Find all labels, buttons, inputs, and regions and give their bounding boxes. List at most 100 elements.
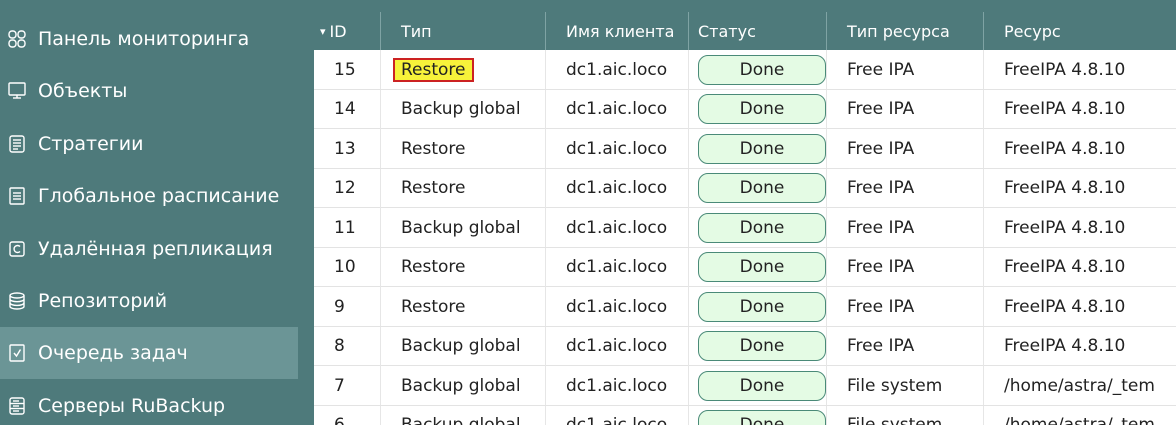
cell-resource-type: Free IPA bbox=[827, 287, 984, 326]
cell-status: Done bbox=[689, 208, 827, 247]
sidebar-item-strategies[interactable]: Стратегии bbox=[0, 118, 298, 170]
table-row[interactable]: 8 Backup global dc1.aic.loco Done Free I… bbox=[314, 326, 1176, 366]
cell-id: 12 bbox=[314, 168, 381, 208]
cell-resource: /home/astra/_tem bbox=[1004, 375, 1155, 396]
cell-client: dc1.aic.loco bbox=[546, 50, 689, 89]
sidebar-item-global-schedule[interactable]: Глобальное расписание bbox=[0, 170, 298, 222]
sidebar-item-task-queue[interactable]: Очередь задач bbox=[0, 327, 298, 379]
column-header-status[interactable]: Статус bbox=[689, 12, 827, 50]
cell-id: 14 bbox=[314, 89, 381, 129]
schedule-list-icon bbox=[6, 185, 28, 207]
table-header: ▾ ID Тип Имя клиента Статус Тип ресурса … bbox=[314, 12, 1176, 50]
sidebar-item-label: Серверы RuBackup bbox=[38, 395, 226, 417]
document-list-icon bbox=[6, 133, 28, 155]
sidebar: Панель мониторинга Объекты Стратегии Гло… bbox=[0, 0, 298, 425]
cell-type: Restore bbox=[381, 168, 546, 208]
cell-status: Done bbox=[689, 129, 827, 168]
main-content: ▾ ID Тип Имя клиента Статус Тип ресурса … bbox=[298, 0, 1176, 425]
cell-resource-type: Free IPA bbox=[827, 247, 984, 287]
checklist-icon bbox=[6, 342, 28, 364]
task-queue-table: ▾ ID Тип Имя клиента Статус Тип ресурса … bbox=[314, 12, 1176, 425]
sidebar-item-dashboard[interactable]: Панель мониторинга bbox=[0, 13, 298, 65]
sidebar-item-repository[interactable]: Репозиторий bbox=[0, 275, 298, 327]
highlighted-type: Restore bbox=[393, 57, 474, 82]
cell-client: dc1.aic.loco bbox=[546, 405, 689, 425]
cell-type: Backup global bbox=[381, 405, 546, 425]
sidebar-item-label: Панель мониторинга bbox=[38, 28, 250, 50]
sort-desc-icon: ▾ bbox=[320, 24, 326, 38]
table-row[interactable]: 7 Backup global dc1.aic.loco Done File s… bbox=[314, 366, 1176, 406]
sidebar-item-label: Удалённая репликация bbox=[38, 238, 273, 260]
cell-resource-type: Free IPA bbox=[827, 50, 984, 89]
status-badge: Done bbox=[698, 252, 826, 282]
cell-resource-type: Free IPA bbox=[827, 208, 984, 247]
column-header-resource-type[interactable]: Тип ресурса bbox=[827, 12, 984, 50]
cell-resource: FreeIPA 4.8.10 bbox=[1004, 296, 1126, 317]
status-badge: Done bbox=[698, 212, 826, 243]
table-row[interactable]: 10 Restore dc1.aic.loco Done Free IPA Fr… bbox=[314, 247, 1176, 287]
cell-client: dc1.aic.loco bbox=[546, 287, 689, 326]
cell-type: Backup global bbox=[381, 366, 546, 405]
table-row[interactable]: 15 Restore dc1.aic.loco Done Free IPA Fr… bbox=[314, 50, 1176, 90]
sidebar-item-label: Объекты bbox=[38, 80, 128, 102]
table-row[interactable]: 11 Backup global dc1.aic.loco Done Free … bbox=[314, 208, 1176, 248]
cell-status: Done bbox=[689, 89, 827, 129]
sidebar-item-remote-replication[interactable]: Удалённая репликация bbox=[0, 223, 298, 275]
sidebar-item-label: Репозиторий bbox=[38, 290, 168, 312]
status-badge: Done bbox=[698, 410, 826, 425]
column-header-client-name[interactable]: Имя клиента bbox=[546, 12, 689, 50]
status-badge: Done bbox=[698, 133, 826, 164]
column-header-id[interactable]: ▾ ID bbox=[314, 12, 381, 50]
database-icon bbox=[6, 290, 28, 312]
cell-id: 15 bbox=[314, 50, 381, 89]
cell-resource: /home/astra/_tem bbox=[1004, 415, 1155, 425]
cell-resource-type: File system bbox=[827, 405, 984, 425]
cell-client: dc1.aic.loco bbox=[546, 168, 689, 208]
cell-resource: FreeIPA 4.8.10 bbox=[1004, 178, 1126, 198]
table-row[interactable]: 12 Restore dc1.aic.loco Done Free IPA Fr… bbox=[314, 168, 1176, 208]
status-badge: Done bbox=[698, 54, 826, 85]
sidebar-item-objects[interactable]: Объекты bbox=[0, 65, 298, 117]
cell-id: 10 bbox=[314, 247, 381, 287]
sidebar-item-label: Глобальное расписание bbox=[38, 185, 280, 207]
cell-type: Restore bbox=[381, 287, 546, 326]
status-badge: Done bbox=[698, 370, 826, 401]
cell-client: dc1.aic.loco bbox=[546, 366, 689, 405]
cell-id: 11 bbox=[314, 208, 381, 247]
cell-client: dc1.aic.loco bbox=[546, 129, 689, 168]
table-row[interactable]: 9 Restore dc1.aic.loco Done Free IPA Fre… bbox=[314, 287, 1176, 327]
cell-id: 6 bbox=[314, 405, 381, 425]
column-header-type[interactable]: Тип bbox=[381, 12, 546, 50]
table-row[interactable]: 14 Backup global dc1.aic.loco Done Free … bbox=[314, 89, 1176, 129]
table-row[interactable]: 13 Restore dc1.aic.loco Done Free IPA Fr… bbox=[314, 129, 1176, 169]
cell-resource: FreeIPA 4.8.10 bbox=[1004, 59, 1126, 80]
cell-resource-type: Free IPA bbox=[827, 326, 984, 366]
sidebar-item-rubackup-servers[interactable]: Серверы RuBackup bbox=[0, 380, 298, 425]
cell-client: dc1.aic.loco bbox=[546, 208, 689, 247]
cell-resource: FreeIPA 4.8.10 bbox=[1004, 138, 1126, 159]
table-body: 15 Restore dc1.aic.loco Done Free IPA Fr… bbox=[314, 50, 1176, 425]
cell-status: Done bbox=[689, 287, 827, 326]
status-badge: Done bbox=[698, 94, 826, 124]
sidebar-item-label: Стратегии bbox=[38, 133, 144, 155]
dashboard-icon bbox=[6, 28, 28, 50]
cell-status: Done bbox=[689, 326, 827, 366]
cell-resource: FreeIPA 4.8.10 bbox=[1004, 257, 1126, 277]
replication-icon bbox=[6, 238, 28, 260]
server-icon bbox=[6, 395, 28, 417]
cell-id: 9 bbox=[314, 287, 381, 326]
table-row[interactable]: 6 Backup global dc1.aic.loco Done File s… bbox=[314, 405, 1176, 425]
cell-type: Restore bbox=[381, 50, 546, 89]
cell-type: Backup global bbox=[381, 326, 546, 366]
column-header-resource[interactable]: Ресурс bbox=[984, 12, 1176, 50]
cell-type: Backup global bbox=[381, 208, 546, 247]
cell-type: Restore bbox=[381, 247, 546, 287]
cell-id: 8 bbox=[314, 326, 381, 366]
cell-resource: FreeIPA 4.8.10 bbox=[1004, 336, 1126, 356]
status-badge: Done bbox=[698, 331, 826, 361]
status-badge: Done bbox=[698, 173, 826, 203]
monitor-icon bbox=[6, 80, 28, 102]
cell-client: dc1.aic.loco bbox=[546, 89, 689, 129]
cell-resource-type: Free IPA bbox=[827, 89, 984, 129]
cell-client: dc1.aic.loco bbox=[546, 326, 689, 366]
